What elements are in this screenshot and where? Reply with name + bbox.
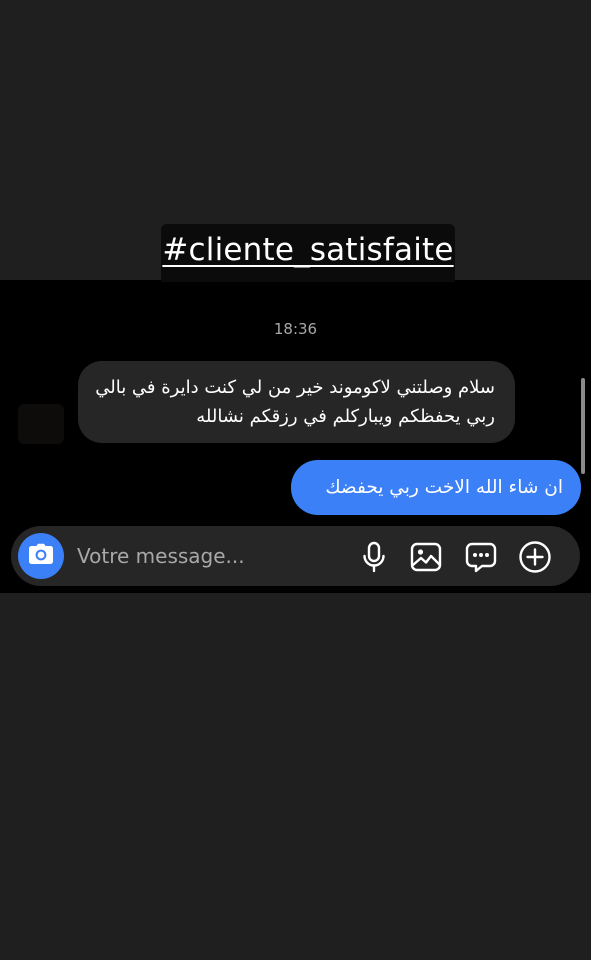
screenshot-page: #cliente_satisfaite 18:36 سلام وصلتني لا…: [0, 0, 591, 960]
microphone-icon: [361, 541, 387, 573]
scrollbar[interactable]: [581, 378, 585, 474]
outgoing-message-text: ان شاء الله الاخت ربي يحفضك: [325, 477, 563, 498]
incoming-message-text: سلام وصلتني لاكوموند خير من لي كنت دايرة…: [95, 377, 495, 427]
message-input[interactable]: [77, 540, 337, 572]
chat-panel: 18:36 سلام وصلتني لاكوموند خير من لي كنت…: [0, 280, 591, 593]
avatar[interactable]: [18, 404, 64, 444]
sticker-icon: [465, 541, 497, 573]
message-composer: [11, 526, 580, 586]
hashtag-sticker: #cliente_satisfaite: [161, 224, 455, 282]
gallery-icon: [410, 542, 442, 572]
outgoing-message-bubble[interactable]: ان شاء الله الاخت ربي يحفضك: [291, 460, 581, 515]
add-button[interactable]: [518, 540, 552, 574]
gallery-button[interactable]: [409, 540, 443, 574]
camera-button[interactable]: [18, 533, 64, 579]
microphone-button[interactable]: [357, 540, 391, 574]
hashtag-text: #cliente_satisfaite: [162, 232, 454, 268]
plus-icon: [518, 540, 552, 574]
sticker-button[interactable]: [464, 540, 498, 574]
message-timestamp: 18:36: [273, 320, 318, 338]
camera-icon: [28, 543, 54, 569]
incoming-message-bubble[interactable]: سلام وصلتني لاكوموند خير من لي كنت دايرة…: [78, 361, 515, 443]
